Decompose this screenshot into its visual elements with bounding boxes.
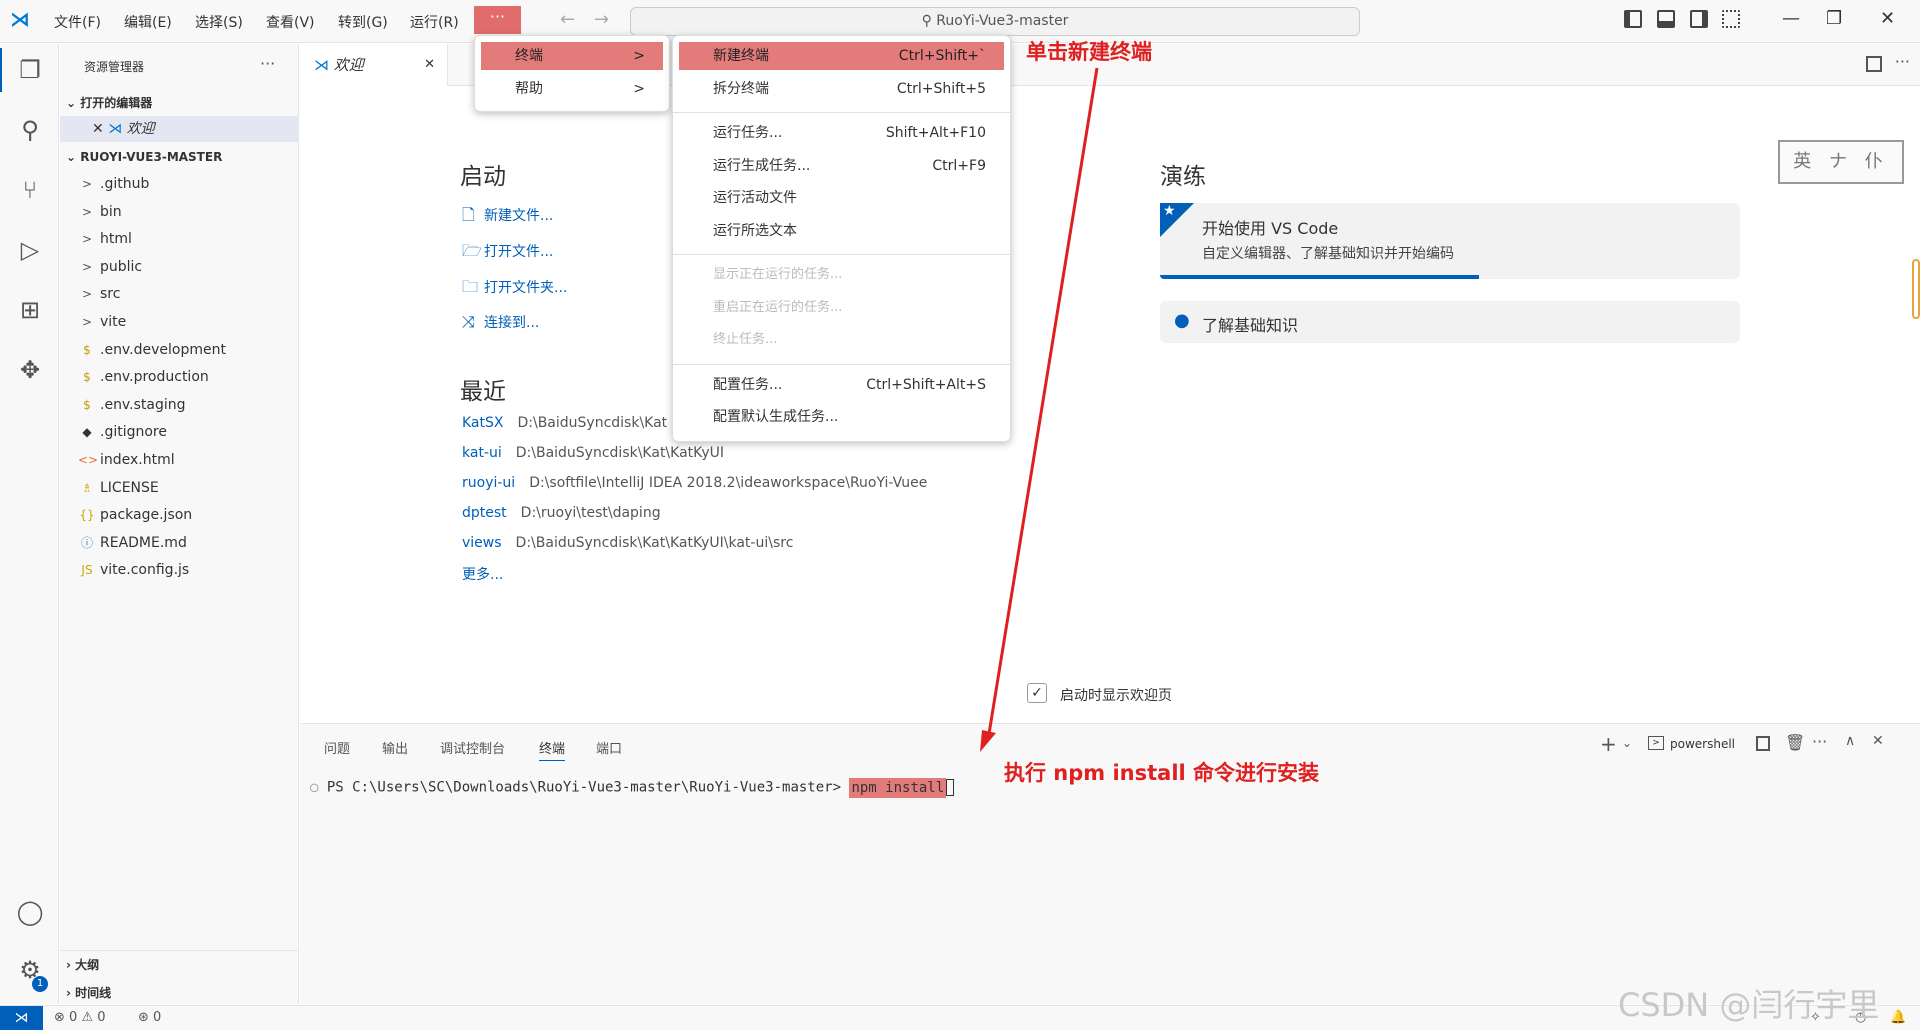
vscode-window: ⋊ 文件(F) 编辑(E) 选择(S) 查看(V) 转到(G) 运行(R) ··… bbox=[0, 0, 1920, 1030]
watermark: CSDN @闫行宇里 bbox=[1618, 986, 1880, 1024]
annotation-arrow bbox=[980, 67, 1099, 752]
